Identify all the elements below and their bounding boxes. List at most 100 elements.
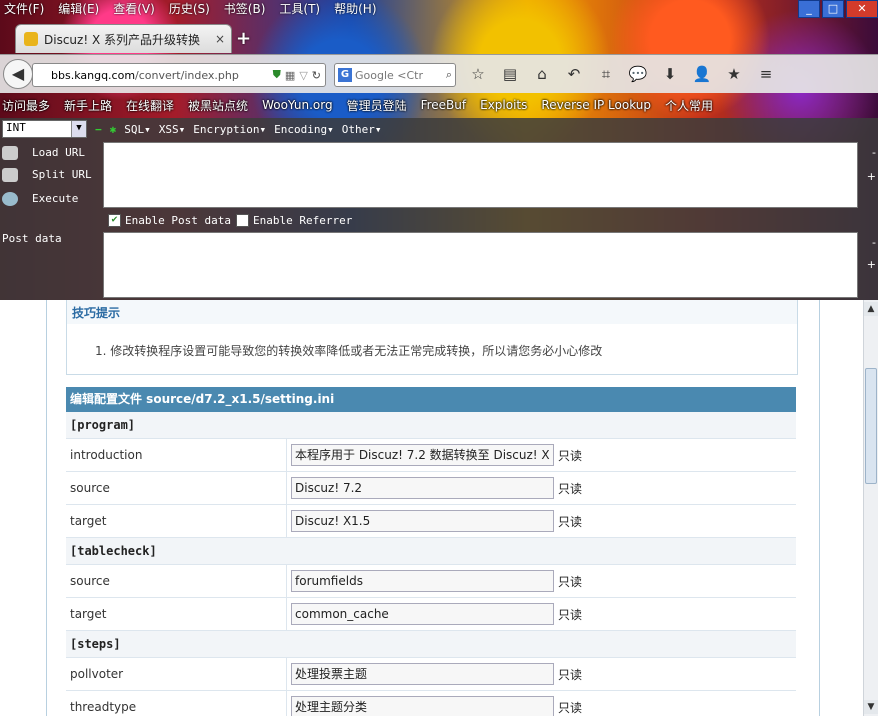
config-value-input[interactable]: forumfields xyxy=(291,570,554,592)
scroll-up-icon[interactable]: ▲ xyxy=(864,302,878,316)
execute-icon xyxy=(2,192,18,206)
config-value-input[interactable]: Discuz! 7.2 xyxy=(291,477,554,499)
tab-close-icon[interactable]: × xyxy=(215,32,225,46)
bookmark-getting-started[interactable]: 新手上路 xyxy=(64,97,112,114)
tab-title: Discuz! X 系列产品升级转换 xyxy=(44,32,200,47)
bookmark-translate[interactable]: 在线翻译 xyxy=(126,97,174,114)
url-expand-button[interactable]: + xyxy=(867,170,876,183)
type-select[interactable]: INT ▼ xyxy=(2,120,87,138)
scroll-thumb[interactable] xyxy=(865,368,877,484)
split-url-button[interactable]: Split URL xyxy=(2,168,92,182)
undo-icon[interactable]: ↶ xyxy=(562,62,586,86)
readonly-label: 只读 xyxy=(558,607,583,622)
user-icon[interactable]: 👤 xyxy=(690,62,714,86)
home-icon[interactable]: ⌂ xyxy=(530,62,554,86)
hackbar-toolbar: INT ▼ − ✱ SQL▾ XSS▾ Encryption▾ Encoding… xyxy=(0,120,381,138)
config-value-cell: Discuz! X1.5 只读 xyxy=(286,504,796,538)
checkmark-icon: ✔ xyxy=(108,214,121,227)
star-icon[interactable]: ☆ xyxy=(466,62,490,86)
download-icon[interactable]: ⬇ xyxy=(658,62,682,86)
bookmark-reverse-ip[interactable]: Reverse IP Lookup xyxy=(541,98,651,112)
menu-tools[interactable]: 工具(T) xyxy=(279,0,320,16)
qr-icon[interactable]: ▦ xyxy=(285,69,295,82)
post-shrink-button[interactable]: - xyxy=(872,236,876,249)
load-icon xyxy=(2,146,18,160)
config-value-input[interactable]: Discuz! X1.5 xyxy=(291,510,554,532)
crop-icon[interactable]: ⌗ xyxy=(594,62,618,86)
menu-encryption[interactable]: Encryption▾ xyxy=(193,123,266,136)
enable-referrer-checkbox[interactable]: Enable Referrer xyxy=(236,214,352,227)
config-value-input[interactable]: common_cache xyxy=(291,603,554,625)
tips-box: 技巧提示 1. 修改转换程序设置可能导致您的转换效率降低或者无法正常完成转换，所… xyxy=(66,300,798,375)
tips-title: 技巧提示 xyxy=(72,306,121,320)
reader-icon[interactable]: ▤ xyxy=(498,62,522,86)
tips-item: 1. 修改转换程序设置可能导致您的转换效率降低或者无法正常完成转换，所以请您务必… xyxy=(95,344,603,358)
bookmark-admin-login[interactable]: 管理员登陆 xyxy=(347,97,407,114)
menu-history[interactable]: 历史(S) xyxy=(169,0,210,16)
config-value-cell: 处理主题分类 只读 xyxy=(286,690,796,716)
config-value-input[interactable]: 本程序用于 Discuz! 7.2 数据转换至 Discuz! X xyxy=(291,444,554,466)
config-heading: 编辑配置文件 source/d7.2_x1.5/setting.ini xyxy=(66,387,796,412)
minimize-button[interactable]: _ xyxy=(798,0,820,18)
reload-icon[interactable]: ↻ xyxy=(312,69,321,82)
config-value-cell: 处理投票主题 只读 xyxy=(286,657,796,691)
config-value-cell: forumfields 只读 xyxy=(286,564,796,598)
plus-icon[interactable]: ✱ xyxy=(110,123,117,136)
menu-sql[interactable]: SQL▾ xyxy=(124,123,151,136)
url-shrink-button[interactable]: - xyxy=(872,146,876,159)
tab-favicon-icon xyxy=(24,32,38,46)
load-url-button[interactable]: Load URL xyxy=(2,146,85,160)
back-button[interactable]: ◀ xyxy=(3,59,33,89)
scroll-down-icon[interactable]: ▼ xyxy=(864,700,878,714)
menu-xss[interactable]: XSS▾ xyxy=(159,123,186,136)
menu-help[interactable]: 帮助(H) xyxy=(334,0,376,16)
page-scrollbar[interactable]: ▲ ▼ xyxy=(863,300,878,716)
search-placeholder: Google <Ctr xyxy=(355,68,424,82)
menu-file[interactable]: 文件(F) xyxy=(4,0,44,16)
bookmark-most-visited[interactable]: 访问最多 xyxy=(2,97,50,114)
favorite-icon[interactable]: ★ xyxy=(722,62,746,86)
bookmark-exploits[interactable]: Exploits xyxy=(480,98,527,112)
config-row: pollvoter 处理投票主题 只读 xyxy=(66,657,796,691)
readonly-label: 只读 xyxy=(558,574,583,589)
maximize-button[interactable]: □ xyxy=(822,0,844,18)
menu-encoding[interactable]: Encoding▾ xyxy=(274,123,334,136)
readonly-label: 只读 xyxy=(558,448,583,463)
bookmark-personal[interactable]: 个人常用 xyxy=(665,97,713,114)
config-value-cell: 本程序用于 Discuz! 7.2 数据转换至 Discuz! X 只读 xyxy=(286,438,796,472)
new-tab-button[interactable]: + xyxy=(236,28,251,49)
search-icon[interactable]: ⌕ xyxy=(446,68,452,82)
url-bar[interactable]: bbs.kangq.com/convert/index.php ⛊ ▦ ▽ ↻ xyxy=(32,63,326,87)
readonly-label: 只读 xyxy=(558,514,583,529)
split-icon xyxy=(2,168,18,182)
tab-discuz[interactable]: Discuz! X 系列产品升级转换 × xyxy=(15,24,232,53)
bookmark-hacked-sites[interactable]: 被黑站点统 xyxy=(188,97,248,114)
close-window-button[interactable]: ✕ xyxy=(846,0,878,18)
search-box[interactable]: G Google <Ctr ⌕ xyxy=(334,63,456,87)
menu-edit[interactable]: 编辑(E) xyxy=(58,0,99,16)
bookmark-freebuf[interactable]: FreeBuf xyxy=(421,98,467,112)
execute-button[interactable]: Execute xyxy=(2,192,78,206)
readonly-label: 只读 xyxy=(558,667,583,682)
url-textarea[interactable] xyxy=(103,142,858,208)
config-row: introduction 本程序用于 Discuz! 7.2 数据转换至 Disc… xyxy=(66,438,796,472)
dropdown-arrow-icon[interactable]: ▽ xyxy=(299,69,307,82)
chat-icon[interactable]: 💬 xyxy=(626,62,650,86)
readonly-label: 只读 xyxy=(558,700,583,715)
config-value-input[interactable]: 处理主题分类 xyxy=(291,696,554,716)
menu-bar: 文件(F) 编辑(E) 查看(V) 历史(S) 书签(B) 工具(T) 帮助(H… xyxy=(0,0,377,16)
minus-icon[interactable]: − xyxy=(95,123,102,136)
post-data-textarea[interactable] xyxy=(103,232,858,298)
config-section-row: [program] xyxy=(66,412,796,439)
page-content: 技巧提示 1. 修改转换程序设置可能导致您的转换效率降低或者无法正常完成转换，所… xyxy=(0,300,864,716)
enable-post-checkbox[interactable]: ✔ Enable Post data xyxy=(108,214,231,227)
menu-bookmarks[interactable]: 书签(B) xyxy=(224,0,266,16)
google-icon[interactable]: G xyxy=(338,68,352,82)
menu-other[interactable]: Other▾ xyxy=(342,123,382,136)
post-expand-button[interactable]: + xyxy=(867,258,876,271)
bookmarks-bar: 访问最多 新手上路 在线翻译 被黑站点统 WooYun.org 管理员登陆 Fr… xyxy=(0,94,878,116)
menu-view[interactable]: 查看(V) xyxy=(113,0,155,16)
bookmark-wooyun[interactable]: WooYun.org xyxy=(262,98,333,112)
config-value-input[interactable]: 处理投票主题 xyxy=(291,663,554,685)
menu-icon[interactable]: ≡ xyxy=(754,62,778,86)
